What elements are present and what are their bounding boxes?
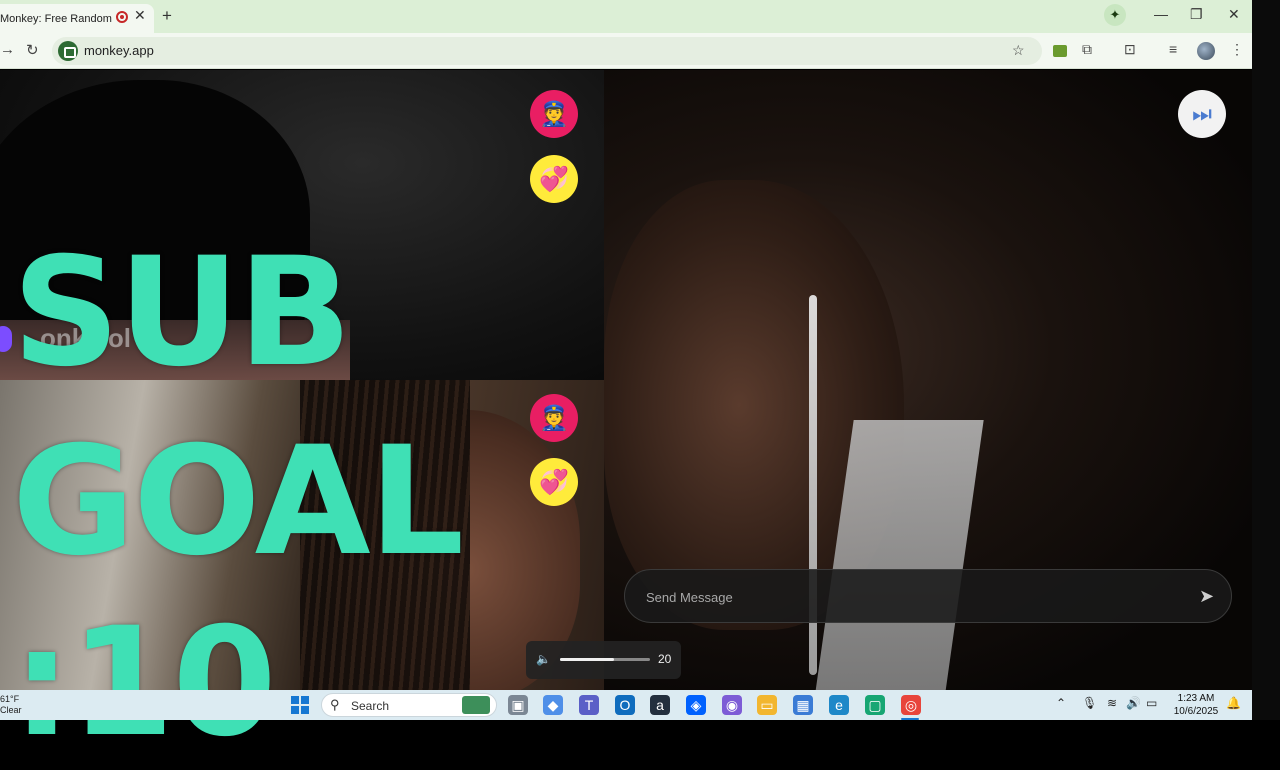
file-explorer-icon[interactable]: ▭ <box>757 695 777 715</box>
tab-close-icon[interactable]: ✕ <box>134 7 146 24</box>
store-icon[interactable]: ▦ <box>793 695 813 715</box>
tab-title: Monkey: Free Random Vide <box>0 12 112 25</box>
message-bar: ➤ <box>624 569 1232 623</box>
edge-icon[interactable]: e <box>829 695 849 715</box>
taskbar-search[interactable]: ⚲ Search <box>321 693 497 717</box>
dropbox-icon[interactable]: ◈ <box>686 695 706 715</box>
skip-button[interactable]: ⏭ <box>1178 90 1226 138</box>
wifi-icon[interactable]: ≋ <box>1107 696 1117 710</box>
browser-menu-icon[interactable]: ⋮ <box>1230 41 1244 58</box>
windows-taskbar: 61°F Clear ⚲ Search ▣ ◆ T O a ◈ ◉ ▭ ▦ e … <box>0 690 1252 720</box>
police-officer-icon: 👮 <box>539 404 569 432</box>
app-icon[interactable]: ▢ <box>865 695 885 715</box>
sub-goal-overlay-count: :10 <box>12 596 277 770</box>
clock-date: 10/6/2025 <box>1173 706 1219 717</box>
profile-avatar[interactable] <box>1197 42 1215 60</box>
message-input[interactable] <box>646 587 1166 607</box>
weather-widget[interactable]: 61°F Clear <box>0 694 22 716</box>
minimize-window-icon[interactable]: — <box>1154 6 1168 22</box>
police-officer-icon: 👮 <box>539 100 569 128</box>
like-button-bottom[interactable]: 💞 <box>530 458 578 506</box>
notifications-icon[interactable]: 🔔 <box>1226 696 1241 710</box>
taskbar-clock[interactable]: 1:23 AM 10/6/2025 <box>1170 692 1222 718</box>
amazon-icon[interactable]: a <box>650 695 670 715</box>
battery-icon[interactable]: ▭ <box>1146 696 1157 710</box>
clock-time: 1:23 AM <box>1177 693 1215 704</box>
send-icon[interactable]: ➤ <box>1199 586 1214 607</box>
outlook-icon[interactable]: O <box>615 695 635 715</box>
show-hidden-icons-icon[interactable]: ⌃ <box>1056 696 1066 710</box>
volume-icon[interactable]: 🔊 <box>1126 696 1141 710</box>
start-button-icon[interactable] <box>291 696 309 714</box>
weather-condition: Clear <box>0 705 22 715</box>
new-tab-button[interactable]: + <box>162 6 172 26</box>
heart-icon: 💞 <box>539 468 569 496</box>
report-button-top[interactable]: 👮 <box>530 90 578 138</box>
tab-search-icon[interactable]: ⊡ <box>1124 41 1136 58</box>
browser-tab[interactable]: Monkey: Free Random Vide ✕ <box>0 4 154 33</box>
screen-edge <box>1252 0 1280 720</box>
m365-icon[interactable]: ◉ <box>722 695 742 715</box>
restore-window-icon[interactable]: ❐ <box>1190 6 1203 23</box>
extension-icon[interactable] <box>1053 45 1067 57</box>
heart-icon: 💞 <box>539 165 569 193</box>
report-button-bottom[interactable]: 👮 <box>530 394 578 442</box>
volume-value: 20 <box>658 652 672 666</box>
recording-indicator-icon <box>116 11 128 23</box>
search-label: Search <box>351 699 390 713</box>
browser-tab-bar: Monkey: Free Random Vide ✕ + ✦ — ❐ ✕ <box>0 0 1252 33</box>
skip-forward-icon: ⏭ <box>1192 101 1212 126</box>
search-icon: ⚲ <box>330 697 340 712</box>
address-url: monkey.app <box>84 43 154 58</box>
reload-icon[interactable]: ↻ <box>26 41 39 59</box>
forward-arrow-icon[interactable]: → <box>0 41 15 58</box>
search-highlight-icon <box>462 696 490 714</box>
media-controls-icon[interactable]: ≡ <box>1169 41 1177 57</box>
like-button-top[interactable]: 💞 <box>530 155 578 203</box>
teams-icon[interactable]: T <box>579 695 599 715</box>
speaker-icon[interactable]: 🔈 <box>536 652 551 666</box>
sub-goal-overlay-line1: SUB <box>12 226 352 400</box>
volume-slider-fill <box>560 658 614 661</box>
task-view-icon[interactable]: ▣ <box>508 695 528 715</box>
volume-control: 🔈 20 <box>526 641 681 679</box>
volume-slider[interactable] <box>560 658 650 661</box>
site-info-icon[interactable] <box>58 41 78 61</box>
chrome-icon[interactable]: ◎ <box>901 695 921 715</box>
weather-temp: 61°F <box>0 694 20 704</box>
screen: Monkey: Free Random Vide ✕ + ✦ — ❐ ✕ → ↻… <box>0 0 1252 770</box>
microphone-icon[interactable]: 🎙 <box>1082 696 1097 710</box>
sub-goal-overlay-line2: GOAL <box>12 415 464 589</box>
copilot-icon[interactable]: ◆ <box>543 695 563 715</box>
browser-toolbar: → ↻ monkey.app ☆ ⧉ ⊡ ≡ ⋮ <box>0 33 1252 69</box>
address-bar[interactable]: monkey.app ☆ <box>52 37 1042 65</box>
close-window-icon[interactable]: ✕ <box>1228 6 1240 23</box>
extensions-puzzle-icon[interactable]: ⧉ <box>1082 41 1092 58</box>
gemini-sparkle-icon[interactable]: ✦ <box>1104 4 1126 26</box>
watermark-logo-icon <box>0 326 12 352</box>
bookmark-star-icon[interactable]: ☆ <box>1012 42 1025 59</box>
